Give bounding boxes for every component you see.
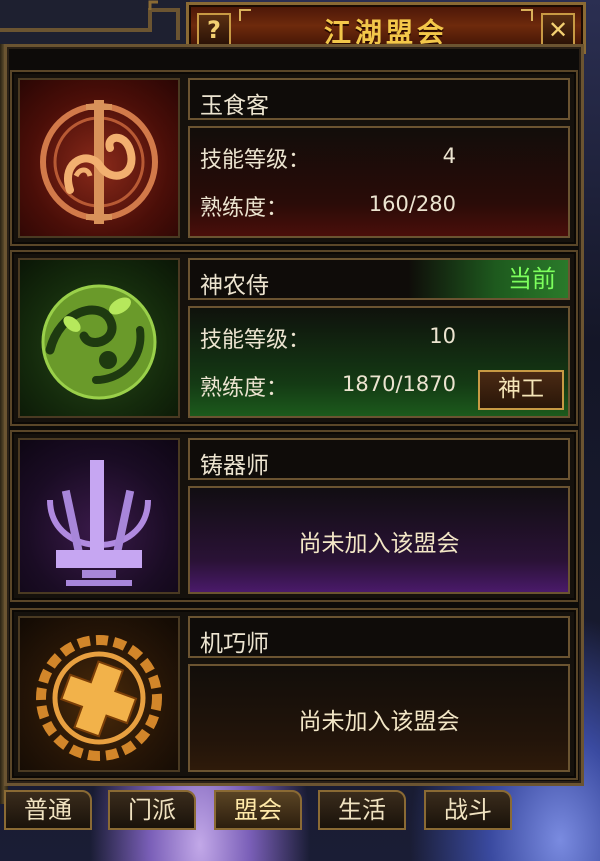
forge-emblem-icon — [47, 460, 151, 586]
skill-level-value: 10 — [429, 324, 456, 348]
guild-card-herbalist[interactable]: 神农侍 当前 技能等级： 10 熟练度： 1870/1870 神工 — [10, 250, 578, 426]
not-joined-status: 尚未加入该盟会 — [298, 531, 460, 557]
proficiency-label: 熟练度： — [200, 376, 289, 401]
proficiency-label: 熟练度： — [200, 196, 289, 221]
herbalist-emblem — [18, 258, 180, 418]
frame-ornament — [0, 0, 190, 46]
guild-info-box: 尚未加入该盟会 — [188, 664, 570, 772]
skill-level-value: 4 — [442, 144, 456, 168]
mechanist-emblem — [18, 616, 180, 772]
corner-ornament — [521, 9, 533, 21]
guild-name-box: 铸器师 — [188, 438, 570, 480]
proficiency-value: 160/280 — [368, 192, 456, 216]
tab-general[interactable]: 普通 — [4, 790, 92, 830]
herbalist-emblem-icon — [41, 284, 157, 400]
forge-emblem — [18, 438, 180, 594]
chat-tab-bar: 普通 门派 盟会 生活 战斗 — [0, 790, 600, 830]
guild-name: 玉食客 — [200, 93, 269, 119]
guild-name-box: 神农侍 当前 — [188, 258, 570, 300]
tab-combat[interactable]: 战斗 — [424, 790, 512, 830]
guild-name: 机巧师 — [200, 631, 269, 657]
close-icon: ✕ — [547, 16, 569, 44]
guild-info-box: 尚未加入该盟会 — [188, 486, 570, 594]
guild-name-box: 玉食客 — [188, 78, 570, 120]
tab-life[interactable]: 生活 — [318, 790, 406, 830]
not-joined-status: 尚未加入该盟会 — [298, 709, 460, 735]
guild-name-box: 机巧师 — [188, 616, 570, 658]
proficiency-value: 1870/1870 — [342, 372, 456, 396]
tab-sect[interactable]: 门派 — [108, 790, 196, 830]
guild-name: 铸器师 — [200, 453, 269, 479]
guild-card-forge[interactable]: 铸器师 尚未加入该盟会 — [10, 430, 578, 602]
guild-info-box: 技能等级： 10 熟练度： 1870/1870 神工 — [188, 306, 570, 418]
close-button[interactable]: ✕ — [541, 13, 575, 47]
skill-level-label: 技能等级： — [200, 148, 311, 173]
mechanist-emblem-icon — [36, 635, 162, 761]
current-badge: 当前 — [408, 260, 568, 298]
guild-card-mechanist[interactable]: 机巧师 尚未加入该盟会 — [10, 608, 578, 780]
shengong-button[interactable]: 神工 — [478, 370, 564, 410]
guild-name: 神农侍 — [200, 273, 269, 299]
chef-emblem-icon — [40, 100, 158, 224]
tab-guild[interactable]: 盟会 — [214, 790, 302, 830]
guild-card-chef[interactable]: 玉食客 技能等级： 4 熟练度： 160/280 — [10, 70, 578, 246]
guild-info-box: 技能等级： 4 熟练度： 160/280 — [188, 126, 570, 238]
chef-emblem — [18, 78, 180, 238]
skill-level-label: 技能等级： — [200, 328, 311, 353]
